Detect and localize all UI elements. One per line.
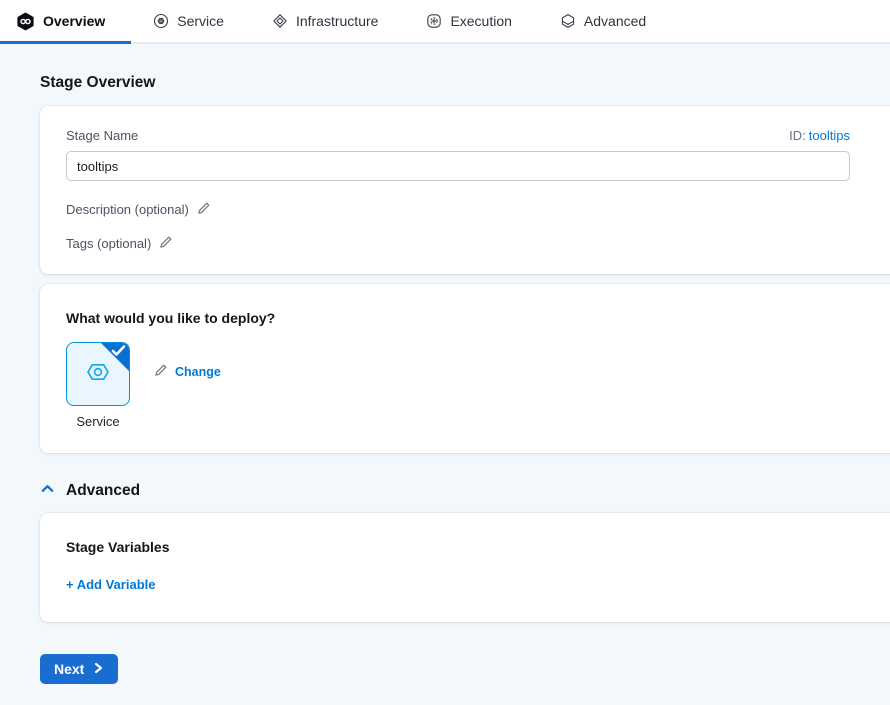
tab-label: Service [177,13,224,29]
edit-tags-button[interactable] [159,235,173,252]
gear-icon [426,13,442,29]
stacked-diamonds-icon [272,13,288,29]
tab-label: Infrastructure [296,13,378,29]
pencil-icon [154,363,168,380]
tab-infrastructure[interactable]: Infrastructure [272,13,378,29]
next-button[interactable]: Next [40,654,118,684]
chevron-up-icon [40,481,55,501]
stage-variables-card: Stage Variables + Add Variable [40,513,890,622]
layered-hexagon-icon [560,13,576,29]
tags-label: Tags (optional) [66,236,151,251]
checkmark-corner-icon [100,342,130,377]
stage-name-label: Stage Name [66,128,138,143]
edit-description-button[interactable] [197,201,211,218]
change-deploy-type-button[interactable]: Change [154,363,221,380]
stage-name-input[interactable] [66,151,850,181]
chevron-right-icon [92,661,104,677]
tab-advanced[interactable]: Advanced [560,13,646,29]
deploy-question: What would you like to deploy? [66,310,850,326]
stage-id: ID:tooltips [789,128,850,143]
stage-overview-card: Stage Name ID:tooltips Description (opti… [40,106,890,274]
add-variable-button[interactable]: + Add Variable [66,577,155,592]
tab-service[interactable]: Service [153,13,224,29]
tab-label: Advanced [584,13,646,29]
deploy-type-label: Service [76,414,119,429]
description-label: Description (optional) [66,202,189,217]
next-button-label: Next [54,661,84,677]
page-title: Stage Overview [40,74,890,92]
tab-label: Overview [43,13,105,29]
deploy-stage-badge-icon [16,12,35,31]
pencil-icon [197,201,211,218]
stage-tabbar: Overview Service Infrastructure [0,0,890,44]
stage-id-prefix: ID: [789,128,806,143]
active-tab-underline [0,41,131,44]
tab-label: Execution [450,13,511,29]
advanced-section-title: Advanced [66,482,140,500]
service-nut-icon [153,13,169,29]
stage-id-link[interactable]: tooltips [809,128,850,143]
tab-overview[interactable]: Overview [16,12,105,31]
deploy-type-tile-service[interactable] [66,342,130,406]
stage-variables-title: Stage Variables [66,539,850,555]
tab-execution[interactable]: Execution [426,13,511,29]
pencil-icon [159,235,173,252]
advanced-section-toggle[interactable]: Advanced [40,481,890,501]
change-label: Change [175,365,221,379]
deploy-type-card: What would you like to deploy? Service [40,284,890,453]
